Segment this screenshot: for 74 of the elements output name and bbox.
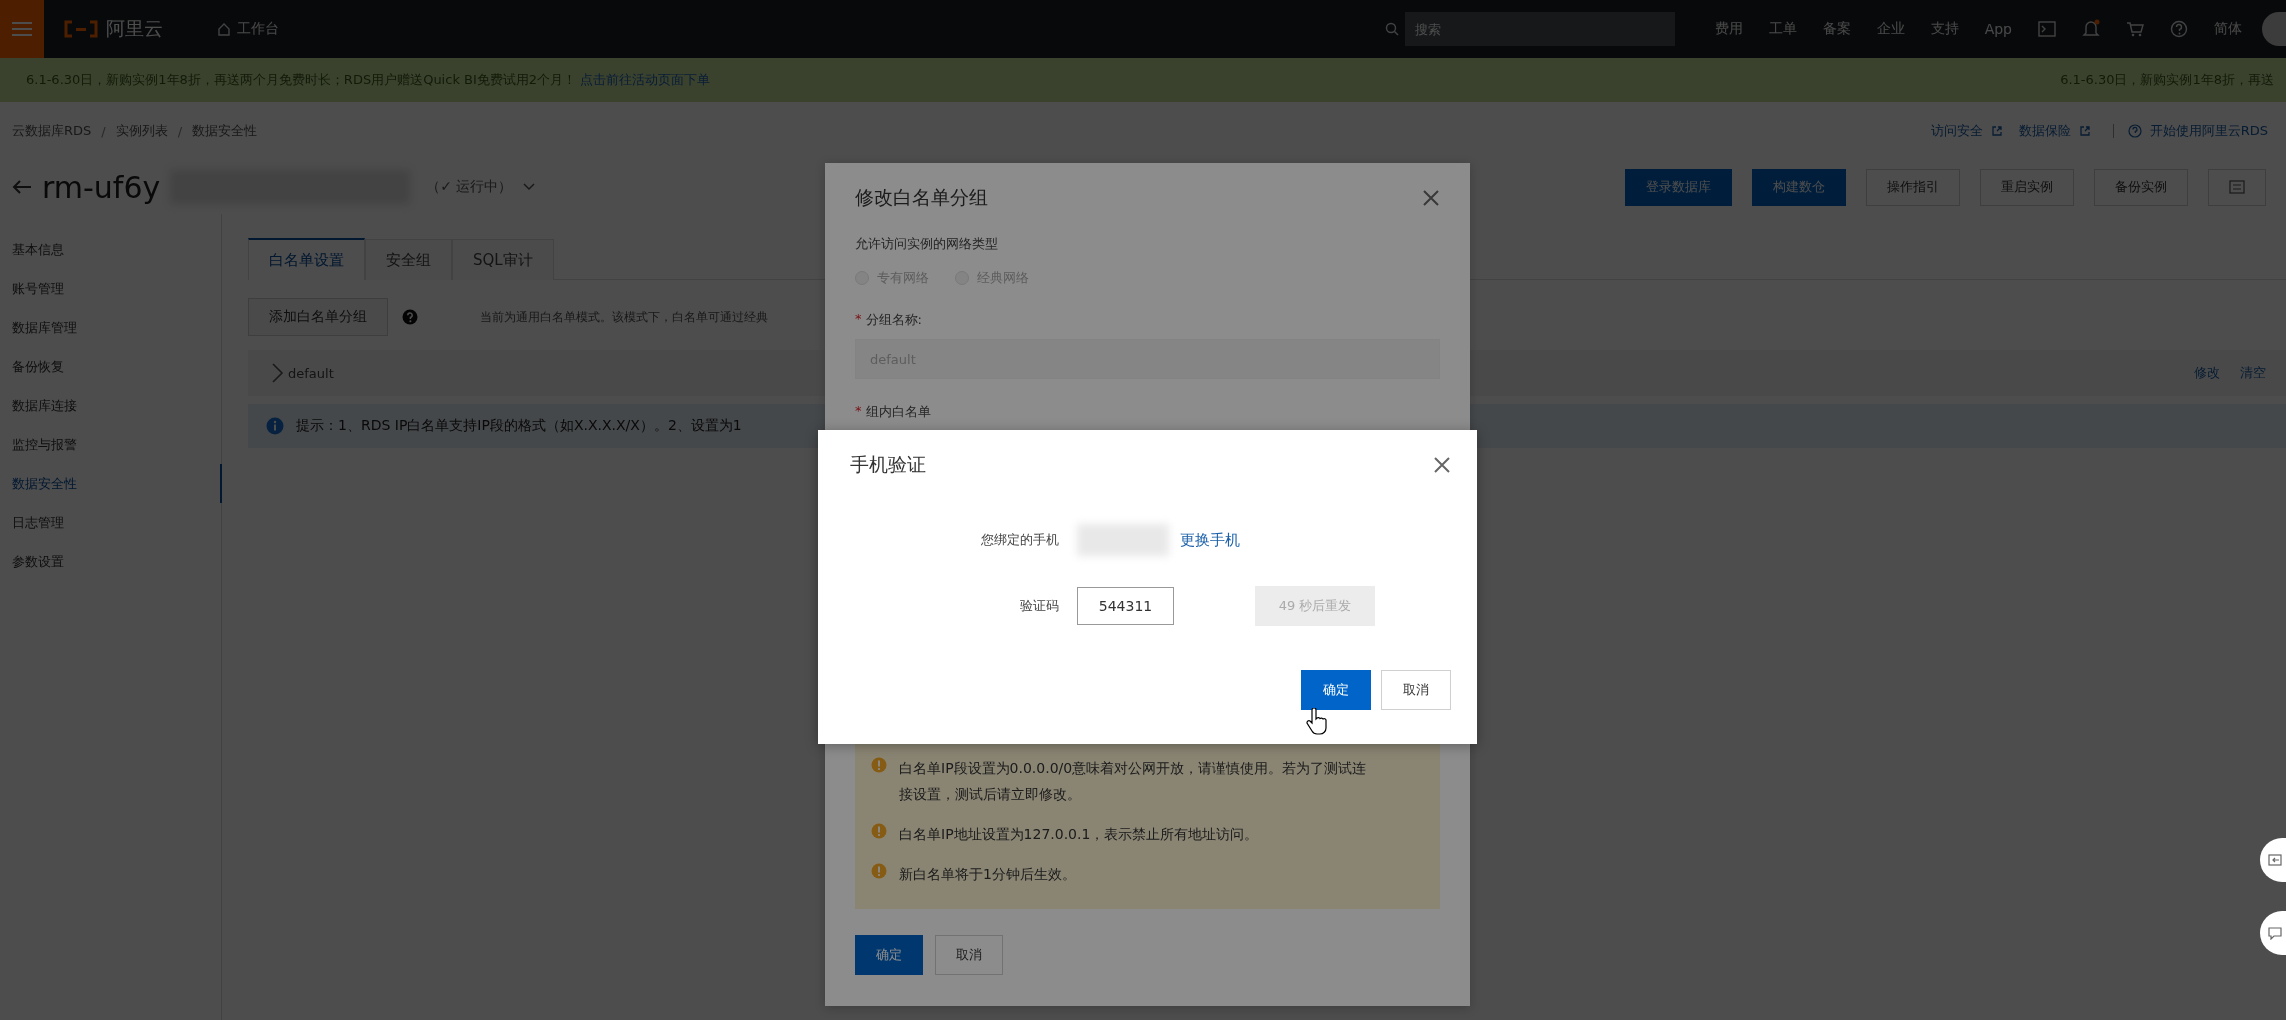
caret-icon[interactable]	[522, 182, 537, 192]
help-icon[interactable]	[402, 309, 418, 325]
group-action-link[interactable]: 清空	[2240, 364, 2266, 382]
instance-name: rm-uf6y	[42, 169, 161, 205]
action-button[interactable]: 构建数仓	[1752, 168, 1846, 206]
change-phone-link[interactable]: 更换手机	[1180, 530, 1255, 550]
list-button[interactable]	[2208, 168, 2266, 206]
header-link[interactable]: 访问安全	[1930, 122, 1983, 140]
warning-icon	[871, 823, 887, 839]
warning-text: 白名单IP地址设置为127.0.0.1，表示禁止所有地址访问。	[899, 825, 1260, 844]
close-icon[interactable]	[1422, 189, 1440, 207]
logo-text: 阿里云	[106, 16, 163, 41]
warning-text: 新白名单将于1分钟后生效。	[899, 865, 1077, 884]
external-link-icon	[1990, 125, 2003, 137]
required-mark: *	[855, 311, 862, 328]
back-arrow-icon[interactable]	[12, 179, 32, 195]
home-icon	[217, 22, 231, 36]
close-icon[interactable]	[1433, 456, 1451, 474]
pointer-cursor-icon	[1306, 708, 1328, 736]
dialog-button[interactable]: 取消	[935, 935, 1003, 975]
sidebar-item[interactable]: 数据库管理	[0, 308, 222, 347]
menu-icon	[12, 21, 32, 37]
info-icon	[266, 417, 284, 435]
terminal-icon[interactable]	[2038, 21, 2056, 37]
action-button[interactable]: 重启实例	[1980, 168, 2074, 206]
sidebar-item[interactable]: 备份恢复	[0, 347, 222, 386]
sidebar-item[interactable]: 日志管理	[0, 503, 222, 542]
sidebar-item[interactable]: 账号管理	[0, 269, 222, 308]
list-icon	[2229, 180, 2245, 194]
sidebar-item[interactable]: 数据安全性	[0, 464, 222, 503]
dialog-button[interactable]: 确定	[1301, 670, 1371, 710]
help-icon[interactable]	[2170, 20, 2188, 38]
cart-icon[interactable]	[2126, 21, 2144, 37]
search-icon	[1384, 22, 1399, 36]
help-icon	[2127, 124, 2142, 138]
group-action-link[interactable]: 修改	[2194, 364, 2220, 382]
warning-text: 白名单IP段设置为0.0.0.0/0意味着对公网开放，请谨慎使用。若为了测试连接设置，测试后请立即修改。	[899, 759, 1368, 804]
code-field[interactable]: 544311	[1077, 587, 1174, 625]
field-label: 验证码	[1019, 597, 1060, 615]
add-group-button[interactable]: 添加白名单分组	[248, 298, 388, 336]
dialog-button[interactable]: 取消	[1381, 670, 1451, 710]
header-link[interactable]: 数据保险	[2018, 122, 2071, 140]
chevron-icon[interactable]	[270, 362, 284, 384]
tip-text: 提示：1、RDS IP白名单支持IP段的格式（如X.X.X.X/X）。2、设置为1	[296, 417, 742, 435]
menu-button[interactable]	[0, 0, 44, 58]
tab[interactable]: 白名单设置	[248, 238, 365, 280]
field-label: 允许访问实例的网络类型	[855, 235, 999, 253]
required-mark: *	[855, 403, 862, 420]
floating-button[interactable]	[2260, 838, 2286, 882]
dialog-title: 修改白名单分组	[855, 185, 988, 210]
warning-icon	[871, 863, 887, 879]
sidebar-item[interactable]: 监控与报警	[0, 425, 222, 464]
sidebar-item[interactable]: 数据库连接	[0, 386, 222, 425]
dialog-button[interactable]: 确定	[855, 935, 923, 975]
chat-icon	[2268, 926, 2282, 940]
breadcrumb-separator: /	[177, 123, 183, 139]
action-button[interactable]: 登录数据库	[1625, 168, 1732, 206]
logo-icon	[64, 20, 98, 38]
bell-icon[interactable]	[2082, 19, 2100, 39]
field-label: 您绑定的手机	[980, 531, 1060, 549]
floating-button[interactable]	[2260, 911, 2286, 955]
dialog-title: 手机验证	[850, 452, 926, 477]
field-label: 组内白名单	[865, 403, 931, 421]
top-menu-item[interactable]: App	[1984, 21, 2012, 37]
avatar[interactable]	[2262, 12, 2286, 46]
collapse-icon	[2268, 853, 2282, 867]
warning-icon	[871, 757, 887, 773]
sidebar-item[interactable]: 参数设置	[0, 542, 222, 581]
breadcrumb-separator: /	[101, 123, 106, 139]
sidebar-item[interactable]: 基本信息	[0, 230, 222, 269]
field-label: 分组名称:	[865, 311, 922, 329]
external-link-icon	[2078, 125, 2091, 137]
action-button[interactable]: 备份实例	[2094, 168, 2188, 206]
guide-link[interactable]: 开始使用阿里云RDS	[2149, 122, 2268, 140]
